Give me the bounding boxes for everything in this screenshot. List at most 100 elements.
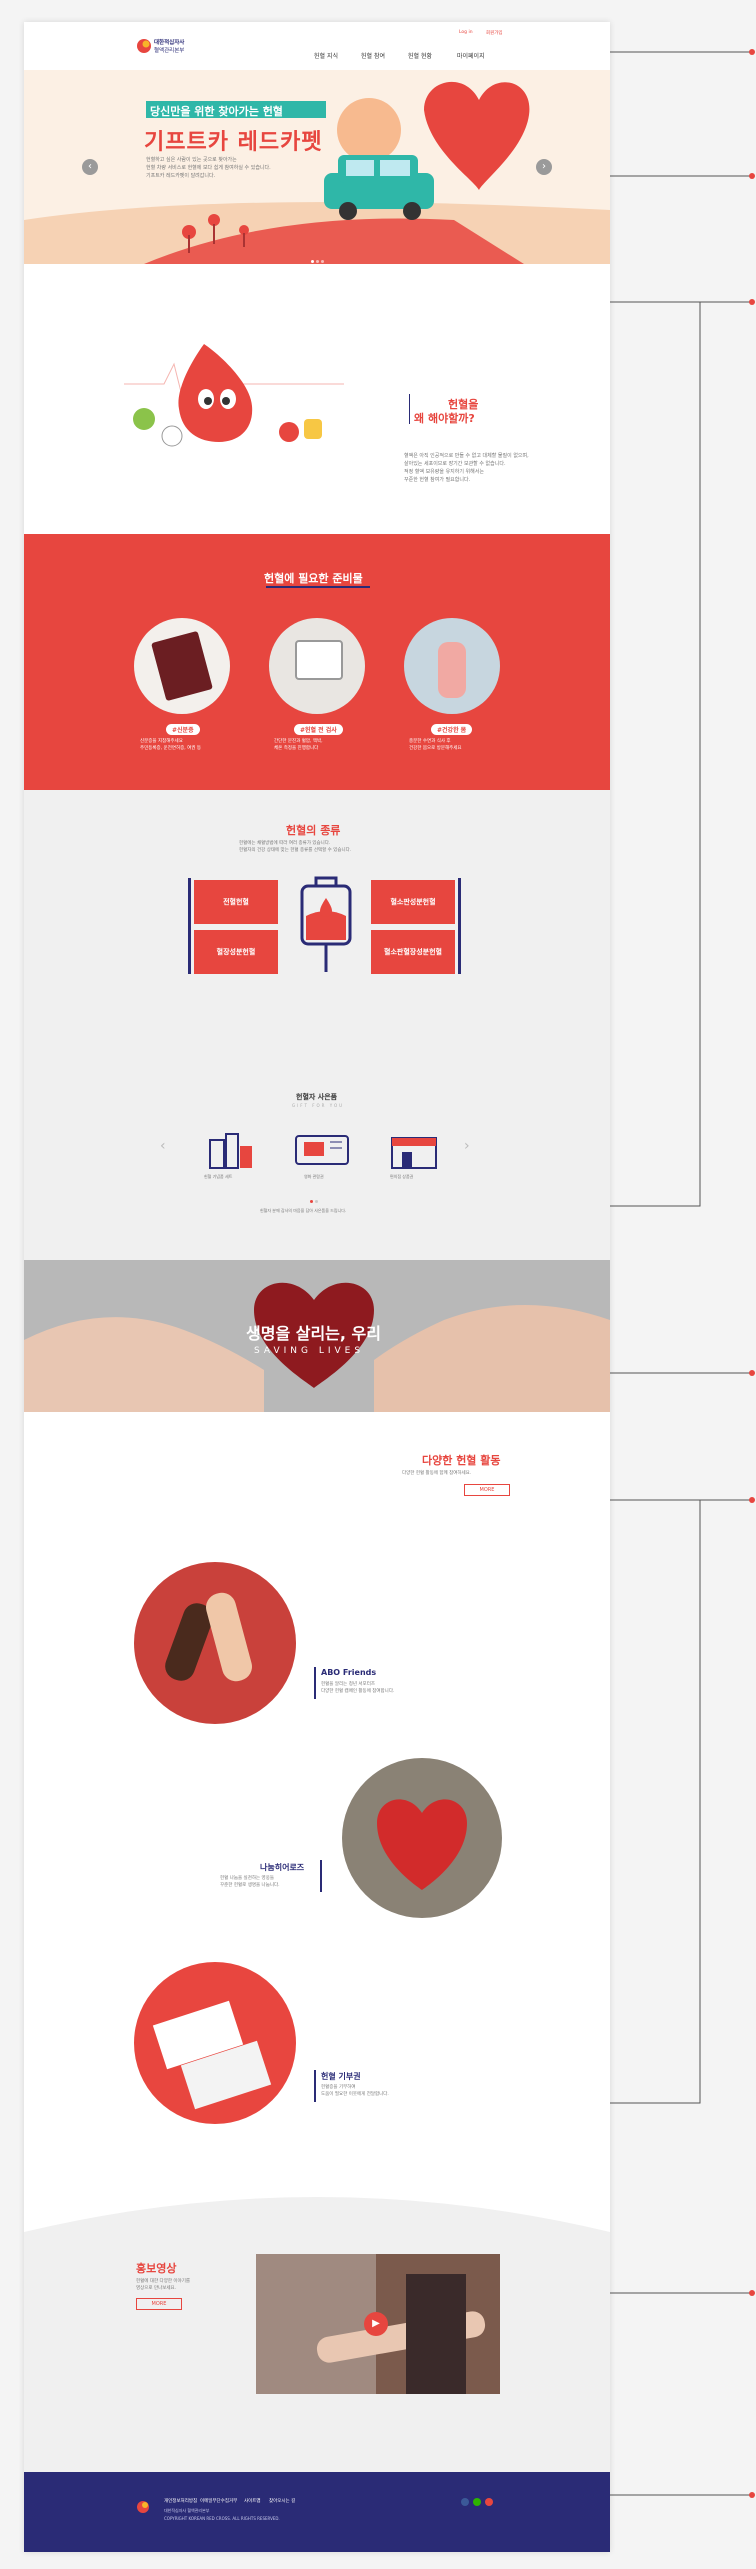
footer-link-location[interactable]: 찾아오시는 길	[269, 2498, 295, 2504]
promo-curve	[24, 2192, 610, 2232]
gifts-dots[interactable]	[310, 1188, 318, 1207]
footer-link-sitemap[interactable]: 사이트맵	[244, 2498, 261, 2504]
promo-more-button[interactable]: MORE	[136, 2298, 182, 2310]
play-icon[interactable]: ▶	[364, 2312, 388, 2336]
types-title: 헌혈의 종류	[286, 824, 341, 837]
gifts-title: 헌혈자 사은품	[296, 1093, 338, 1101]
logo[interactable]: 대한적십자사 혈액관리본부	[136, 36, 206, 56]
gift-item-ticket: 영화 관람권	[304, 1174, 324, 1179]
nav-item-knowledge[interactable]: 헌혈 지식	[314, 51, 338, 60]
why-desc-3: 적정 혈액 보유량을 유지하기 위해서는	[404, 469, 484, 475]
type-platelet-plasma[interactable]: 혈소판혈장성분헌혈	[371, 930, 455, 974]
sharing-heroes-desc-1: 헌혈 나눔을 실천하는 영웅들	[220, 1876, 274, 1881]
type-plasma[interactable]: 혈장성분헌혈	[194, 930, 278, 974]
page: 대한적십자사 혈액관리본부 Log in 회원가입 헌혈 지식 헌혈 참여 헌혈…	[24, 22, 610, 2552]
movie-ticket-icon	[295, 1135, 349, 1165]
banner-subtitle: SAVING LIVES	[254, 1346, 365, 1356]
logo-icon	[137, 39, 151, 53]
abo-friends-desc-2: 다양한 헌혈 캠페인 활동에 참여합니다.	[321, 1689, 395, 1694]
hero-title: 기프트카 레드카펫	[144, 130, 323, 155]
prep-desc-health-2: 건강한 몸으로 방문해주세요	[409, 746, 462, 751]
prep-image-health	[404, 618, 500, 714]
youtube-icon[interactable]	[485, 2498, 493, 2506]
footer-logo-icon	[137, 2501, 149, 2513]
gifts-prev-icon[interactable]: ‹	[160, 1138, 166, 1154]
mascot-illustration	[124, 344, 344, 447]
prep-desc-check-2: 체온 측정을 진행합니다	[274, 746, 319, 751]
prep-label-check: #헌혈 전 검사	[294, 724, 343, 735]
promo-section: 홍보영상 헌혈에 대한 다양한 이야기를 영상으로 만나보세요. MORE ▶	[24, 2192, 610, 2472]
activities-more-button[interactable]: MORE	[464, 1484, 510, 1496]
banner-title: 생명을 살리는, 우리	[246, 1324, 381, 1343]
store-voucher-icon	[391, 1137, 437, 1169]
hero-desc-2: 헌혈 차량 서비스로 헌혈에 보다 쉽게 참여하실 수 있습니다.	[146, 165, 271, 171]
prep-desc-id-2: 주민등록증, 운전면허증, 여권 등	[140, 746, 201, 751]
promo-title: 홍보영상	[136, 2262, 177, 2275]
type-platelet[interactable]: 혈소판성분헌혈	[371, 880, 455, 924]
hero-slider: 당신만을 위한 찾아가는 헌혈 기프트카 레드카펫 헌혈하고 싶은 사람이 있는…	[24, 70, 610, 264]
prev-arrow-icon[interactable]: ‹	[82, 159, 98, 175]
type-whole-blood[interactable]: 전혈헌혈	[194, 880, 278, 924]
promo-desc-1: 헌혈에 대한 다양한 이야기를	[136, 2279, 190, 2284]
blood-bag-icon	[300, 876, 352, 972]
gifts-next-icon[interactable]: ›	[464, 1138, 470, 1154]
gift-kit-icon	[209, 1133, 252, 1169]
prep-image-check	[269, 618, 365, 714]
prep-label-health: #건강한 몸	[431, 724, 473, 735]
types-section: 헌혈의 종류 헌혈에는 채혈방법에 따라 여러 종류가 있습니다. 헌혈자의 건…	[24, 790, 610, 1260]
login-link[interactable]: Log in	[459, 30, 473, 35]
naver-icon[interactable]	[473, 2498, 481, 2506]
slider-dots[interactable]	[311, 248, 325, 263]
prep-title: 헌혈에 필요한 준비물	[264, 572, 363, 585]
donation-certificate-title: 헌혈 기부권	[321, 2072, 361, 2081]
donation-certificate-image	[134, 1962, 296, 2124]
why-desc-2: 살아있는 세포이므로 장기간 보관할 수 없습니다.	[404, 461, 506, 467]
signup-link[interactable]: 회원가입	[486, 30, 503, 36]
abo-friends-desc-1: 헌혈을 알리는 청년 서포터즈	[321, 1682, 375, 1687]
prep-section: 헌혈에 필요한 준비물 #신분증 #헌혈 전 검사 #건강한 몸 신분증을 지참…	[24, 534, 610, 790]
gift-item-kit: 헌혈 기념품 세트	[204, 1174, 233, 1179]
prep-desc-check-1: 간단한 문진과 혈압, 맥박,	[274, 739, 323, 744]
hero-badge-text: 당신만을 위한 찾아가는 헌혈	[150, 105, 283, 118]
next-arrow-icon[interactable]: ›	[536, 159, 552, 175]
footer-link-email[interactable]: 이메일무단수집거부	[200, 2498, 237, 2504]
footer: 개인정보처리방침 이메일무단수집거부 사이트맵 찾아오시는 길 대한적십자사 혈…	[24, 2472, 610, 2552]
activities-title: 다양한 헌혈 활동	[422, 1454, 501, 1467]
abo-friends-image	[134, 1562, 296, 1724]
footer-link-privacy[interactable]: 개인정보처리방침	[164, 2498, 197, 2504]
activities-desc: 다양한 헌혈 활동에 함께 참여하세요.	[402, 1471, 472, 1476]
promo-video[interactable]: ▶	[256, 2254, 500, 2394]
why-section: 헌혈을 왜 해야할까? 혈액은 아직 인공적으로 만들 수 없고 대체할 물질이…	[24, 264, 610, 534]
types-desc-2: 헌혈자의 건강 상태에 맞는 헌혈 종류를 선택할 수 있습니다.	[239, 848, 352, 853]
footer-address: 대한적십자사 혈액관리본부	[164, 2508, 210, 2513]
logo-text-2: 혈액관리본부	[154, 48, 185, 54]
gifts-note: 헌혈자 분께 감사의 마음을 담아 사은품을 드립니다.	[260, 1208, 347, 1213]
donation-certificate-desc-1: 헌혈증을 기부하여	[321, 2085, 356, 2090]
hero-desc-1: 헌혈하고 싶은 사람이 있는 곳으로 찾아가는	[146, 157, 237, 163]
nav-item-status[interactable]: 헌혈 현황	[408, 51, 432, 60]
footer-copyright: COPYRIGHT KOREAN RED CROSS. ALL RIGHTS R…	[164, 2516, 280, 2521]
facebook-icon[interactable]	[461, 2498, 469, 2506]
header: 대한적십자사 혈액관리본부 Log in 회원가입 헌혈 지식 헌혈 참여 헌혈…	[24, 22, 610, 70]
donation-certificate-desc-2: 도움이 필요한 이웃에게 전달합니다.	[321, 2092, 389, 2097]
why-desc-1: 혈액은 아직 인공적으로 만들 수 없고 대체할 물질이 없으며,	[404, 453, 529, 459]
prep-desc-id-1: 신분증을 지참해주세요	[140, 739, 183, 744]
why-desc-4: 꾸준한 헌혈 참여가 필요합니다.	[404, 477, 471, 483]
sharing-heroes-image	[342, 1758, 502, 1918]
hero-illustration	[24, 81, 610, 264]
nav-item-mypage[interactable]: 마이페이지	[457, 51, 485, 60]
saving-lives-banner: 생명을 살리는, 우리 SAVING LIVES	[24, 1260, 610, 1412]
prep-desc-health-1: 충분한 수면과 식사 후	[409, 739, 451, 744]
why-title-2: 왜 해야할까?	[414, 412, 475, 425]
promo-desc-2: 영상으로 만나보세요.	[136, 2286, 177, 2291]
prep-image-id	[134, 618, 230, 714]
hero-desc-3: 기프트카 레드카펫이 달려갑니다.	[146, 173, 216, 179]
types-desc-1: 헌혈에는 채혈방법에 따라 여러 종류가 있습니다.	[239, 841, 331, 846]
prep-label-id: #신분증	[166, 724, 200, 735]
activities-section: 다양한 헌혈 활동 다양한 헌혈 활동에 함께 참여하세요. MORE ABO …	[24, 1412, 610, 2192]
sharing-heroes-title: 나눔히어로즈	[260, 1863, 305, 1872]
nav-item-participate[interactable]: 헌혈 참여	[361, 51, 385, 60]
gift-item-voucher: 편의점 상품권	[390, 1174, 414, 1179]
sharing-heroes-desc-2: 꾸준한 헌혈로 생명을 나눕니다.	[220, 1883, 280, 1888]
abo-friends-title: ABO Friends	[321, 1668, 377, 1677]
